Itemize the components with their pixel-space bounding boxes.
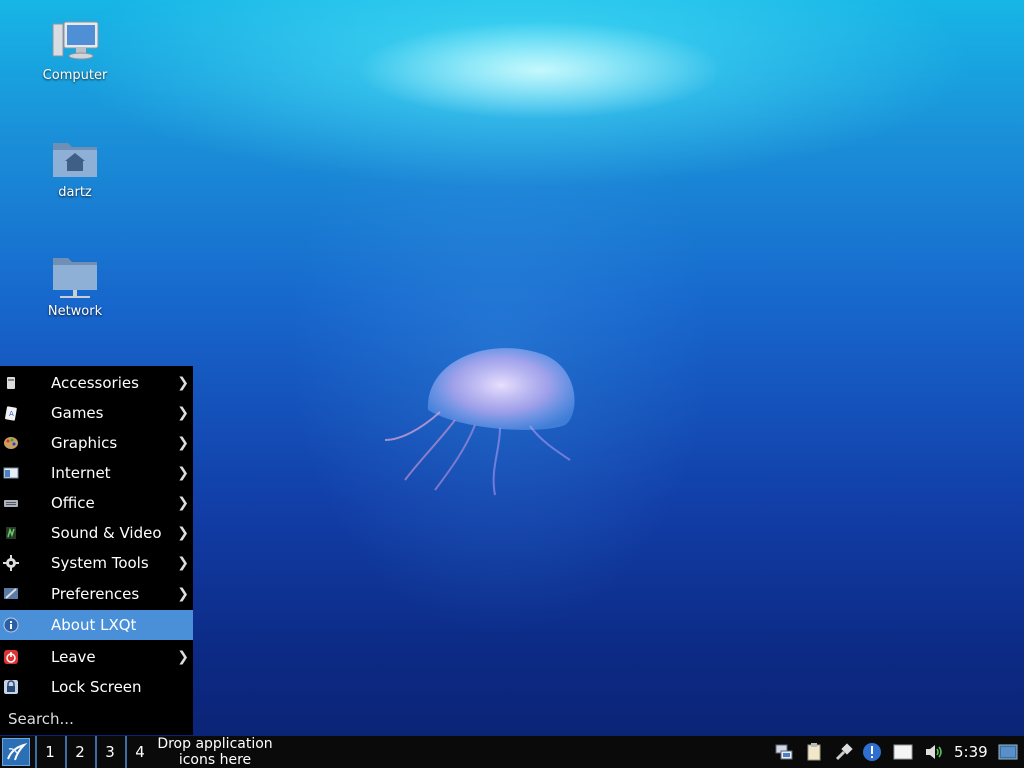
office-icon — [4, 500, 18, 507]
menu-item-office[interactable]: Office ❯ — [0, 488, 193, 518]
sound-video-icon — [6, 527, 16, 539]
gear-icon — [3, 555, 19, 571]
chevron-right-icon: ❯ — [177, 375, 189, 391]
menu-search-input[interactable]: Search... — [0, 703, 193, 735]
chevron-right-icon: ❯ — [177, 405, 189, 421]
jellyfish-wallpaper — [384, 348, 575, 496]
menu-item-leave[interactable]: Leave ❯ — [0, 642, 193, 672]
preferences-icon — [4, 588, 18, 599]
accessories-icon — [7, 377, 15, 389]
menu-item-games[interactable]: A Games ❯ — [0, 398, 193, 428]
svg-text:A: A — [9, 410, 14, 418]
menu-item-graphics[interactable]: Graphics ❯ — [0, 428, 193, 458]
menu-item-system-tools[interactable]: System Tools ❯ — [0, 548, 193, 578]
network-folder-icon — [53, 258, 97, 298]
desktop-switch-3[interactable]: 3 — [95, 736, 123, 768]
lxqt-start-icon — [7, 742, 28, 761]
graphics-icon — [4, 437, 18, 449]
lock-icon — [4, 680, 18, 694]
start-menu-button[interactable] — [2, 738, 30, 766]
network-manager-icon[interactable] — [774, 742, 794, 762]
menu-item-about-lxqt[interactable]: About LXQt — [0, 610, 193, 640]
desktop-icon-home[interactable]: dartz — [25, 137, 125, 200]
games-icon: A — [5, 406, 17, 421]
clipboard-icon[interactable] — [804, 742, 824, 762]
quicklaunch-area[interactable]: Drop application icons here — [150, 736, 280, 768]
menu-item-internet[interactable]: Internet ❯ — [0, 458, 193, 488]
chevron-right-icon: ❯ — [177, 649, 189, 665]
menu-item-preferences[interactable]: Preferences ❯ — [0, 578, 193, 610]
removable-media-icon[interactable] — [834, 742, 854, 762]
info-icon — [3, 617, 19, 633]
computer-icon — [52, 21, 99, 60]
home-folder-icon — [53, 143, 97, 177]
clock[interactable]: 5:39 — [954, 736, 988, 768]
taskbar: 1 2 3 4 Drop application icons here 5:39 — [0, 736, 1024, 768]
menu-item-lock-screen[interactable]: Lock Screen — [0, 672, 193, 702]
desktop-icon-network[interactable]: Network — [25, 254, 125, 319]
show-desktop-icon[interactable] — [998, 742, 1018, 762]
quicklaunch-text: Drop application — [157, 736, 273, 752]
desktop-icon-label: Computer — [42, 68, 108, 83]
desktop-switch-1[interactable]: 1 — [35, 736, 63, 768]
internet-icon — [3, 467, 19, 479]
desktop[interactable]: Computer dartz Network Accessories ❯ A G… — [0, 0, 1024, 768]
desktop-icon-label: dartz — [58, 185, 92, 200]
chevron-right-icon: ❯ — [177, 465, 189, 481]
menu-item-accessories[interactable]: Accessories ❯ — [0, 368, 193, 398]
update-notifier-icon[interactable] — [862, 742, 882, 762]
volume-icon[interactable] — [924, 742, 944, 762]
desktop-switch-4[interactable]: 4 — [125, 736, 153, 768]
notes-icon[interactable] — [893, 742, 913, 762]
quicklaunch-text: icons here — [178, 752, 252, 768]
chevron-right-icon: ❯ — [177, 435, 189, 451]
chevron-right-icon: ❯ — [177, 586, 189, 602]
desktop-icon-label: Network — [47, 304, 103, 319]
desktop-icon-computer[interactable]: Computer — [25, 20, 125, 83]
power-icon — [4, 650, 18, 664]
menu-item-sound-video[interactable]: Sound & Video ❯ — [0, 518, 193, 548]
chevron-right-icon: ❯ — [177, 525, 189, 541]
desktop-switch-2[interactable]: 2 — [65, 736, 93, 768]
chevron-right-icon: ❯ — [177, 555, 189, 571]
chevron-right-icon: ❯ — [177, 495, 189, 511]
application-menu[interactable]: Accessories ❯ A Games ❯ Graphics ❯ Inter… — [0, 366, 193, 735]
